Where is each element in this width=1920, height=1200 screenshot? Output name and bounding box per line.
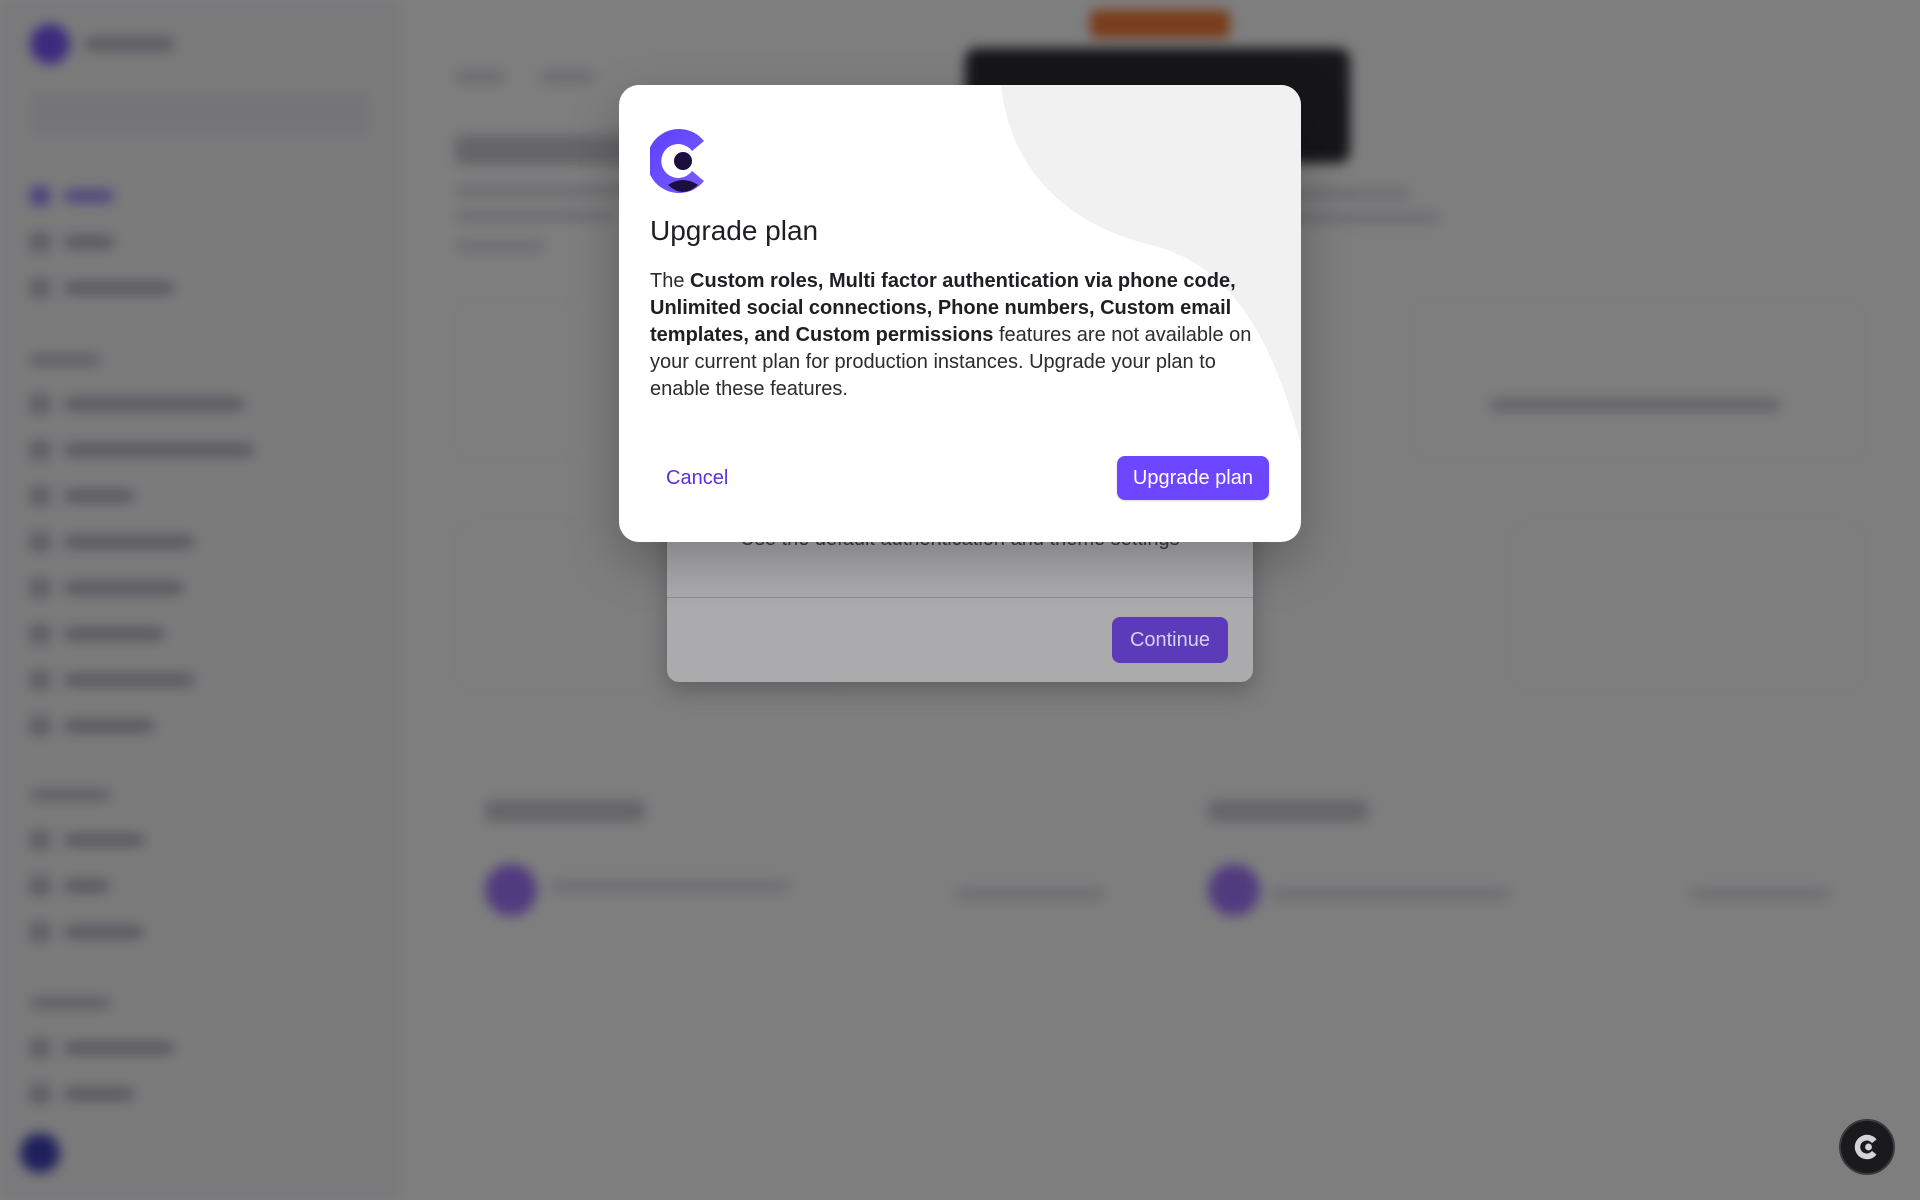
modal-body-prefix: The: [650, 270, 691, 292]
help-button[interactable]: [1839, 1119, 1895, 1175]
cancel-button[interactable]: Cancel: [650, 456, 744, 500]
modal-title: Upgrade plan: [650, 215, 819, 246]
modal-body: The Custom roles, Multi factor authentic…: [650, 268, 1270, 403]
clerk-logo-icon: [650, 129, 704, 193]
dialog-divider: [667, 597, 1253, 598]
clerk-logo-icon: [1854, 1134, 1877, 1160]
upgrade-plan-button[interactable]: Upgrade plan: [1116, 456, 1269, 500]
upgrade-plan-modal: Upgrade plan The Custom roles, Multi fac…: [619, 85, 1301, 542]
continue-button[interactable]: Continue: [1111, 617, 1228, 663]
